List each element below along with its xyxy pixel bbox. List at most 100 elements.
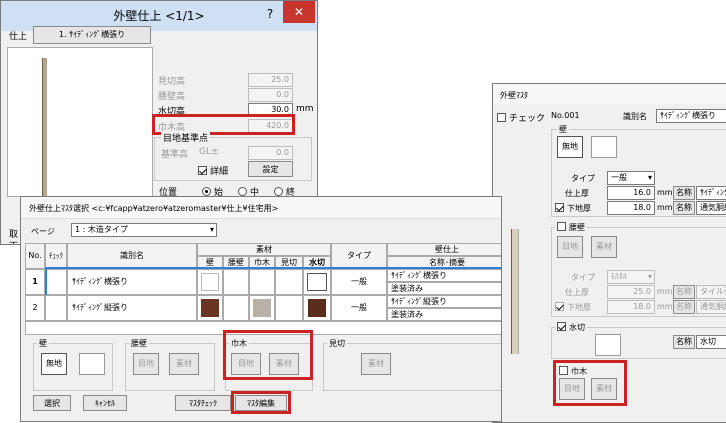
mizukiri-name-button[interactable]: 名称: [673, 335, 695, 349]
mizukiri-unit: mm: [296, 104, 314, 114]
wall-type-label: タイプ: [571, 174, 595, 183]
help-button[interactable]: ?: [257, 1, 283, 27]
col-type: タイプ: [331, 243, 387, 269]
page-label: ページ: [31, 227, 55, 236]
waist-height-field[interactable]: 0.0: [248, 88, 293, 102]
sel-mikiri-label: 見切: [327, 338, 347, 349]
sel-mikiri-group: [323, 343, 501, 391]
row2-finish1: ｻｲﾃﾞｨﾝｸﾞ縦張り: [387, 295, 501, 308]
page-select[interactable]: 1 : 木造タイプ ▾: [71, 223, 217, 237]
chevron-down-icon: ▾: [647, 272, 652, 281]
sel-wall-texture-swatch[interactable]: [79, 353, 105, 375]
row2-check[interactable]: [45, 295, 67, 321]
wall-base-name-button[interactable]: 名称: [673, 201, 695, 215]
wall-master-title-bar: 外壁ﾏｽﾀ: [493, 84, 726, 104]
sel-waist-material-button[interactable]: 素材: [169, 353, 199, 375]
identifier-label: 識別名: [623, 112, 647, 121]
setting-button[interactable]: 設定: [248, 161, 293, 177]
mizukiri-swatch[interactable]: [595, 334, 621, 356]
waist-thick-field[interactable]: 25.0: [607, 285, 655, 299]
finish-select-button[interactable]: 1. ｻｲﾃﾞｨﾝｸﾞ横張り: [33, 26, 151, 44]
identifier-field[interactable]: ｻｲﾃﾞｨﾝｸﾞ横張り: [656, 109, 726, 123]
wall-master-dialog: 外壁ﾏｽﾀ チェック No.001 識別名 ｻｲﾃﾞｨﾝｸﾞ横張り 壁 無地 タ…: [492, 83, 726, 423]
wall-base-unit: mm: [657, 203, 673, 212]
master-select-dialog: 外壁仕上ﾏｽﾀ選択 <c:¥fcapp¥atzero¥atzeromaster¥…: [20, 196, 502, 422]
waist-base-unit: mm: [657, 302, 673, 311]
joint-base-group-label: 目地基準点: [161, 131, 211, 144]
waist-label: 腰壁: [569, 223, 585, 232]
waist-base-field[interactable]: 18.0: [607, 300, 655, 314]
wall-name-field[interactable]: ｻｲﾃﾞｨﾝｸﾞ横張: [696, 186, 726, 200]
row1-selection[interactable]: [45, 267, 501, 297]
baseboard-group-highlight: [553, 360, 627, 406]
check-label: チェック: [509, 114, 546, 124]
waist-base-name-field[interactable]: 通気胴縁: [696, 300, 726, 314]
row2-mizukiri-swatch: [303, 295, 331, 321]
col-finish: 壁仕上: [387, 243, 501, 256]
wall-base-field[interactable]: 18.0: [607, 201, 655, 215]
wall-thick-label: 仕上厚: [565, 189, 589, 198]
sel-waist-joint-button[interactable]: 目地: [133, 353, 159, 375]
row2-no: 2: [25, 295, 45, 321]
finish-label: 仕上: [9, 32, 28, 42]
wall-type-value: 一般: [611, 173, 627, 182]
check-checkbox[interactable]: チェック: [497, 111, 545, 124]
waist-thick-unit: mm: [657, 287, 673, 296]
master-check-button[interactable]: ﾏｽﾀﾁｪｯｸ: [175, 395, 231, 411]
waist-base-checkbox[interactable]: 下地厚: [555, 302, 591, 313]
wall-type-select[interactable]: 一般 ▾: [607, 171, 655, 185]
waist-checkbox[interactable]: 腰壁: [555, 222, 587, 233]
gl-label: GL±: [199, 147, 219, 157]
waist-base-label: 下地厚: [567, 303, 591, 312]
waist-type-label: タイプ: [571, 273, 595, 282]
waist-name-field[interactable]: タイル張り: [696, 285, 726, 299]
cancel-button[interactable]: ｷｬﾝｾﾙ: [83, 395, 127, 411]
waist-type-value: ﾓﾙﾀﾙ: [611, 272, 627, 281]
row1-no: 1: [25, 269, 45, 295]
wall-thick-unit: mm: [657, 188, 673, 197]
select-button[interactable]: 選択: [33, 395, 71, 411]
wall-section-preview: [42, 58, 47, 198]
mizukiri-label: 水切: [569, 323, 585, 332]
mizukiri-name-field[interactable]: 水切: [696, 335, 726, 349]
col-no: No.: [25, 243, 45, 269]
waist-type-select[interactable]: ﾓﾙﾀﾙ ▾: [607, 270, 655, 284]
detail-checkbox[interactable]: 詳細: [198, 164, 228, 177]
wall-master-title: 外壁ﾏｽﾀ: [500, 91, 528, 100]
wall-texture-swatch[interactable]: [591, 136, 617, 158]
sel-mikiri-material-button[interactable]: 素材: [361, 353, 391, 375]
master-number: No.001: [551, 111, 580, 120]
checkbox-icon: [497, 113, 506, 122]
base-height-label: 基準高: [161, 150, 189, 160]
wall-name-button[interactable]: 名称: [673, 186, 695, 200]
mizukiri-checkbox[interactable]: 水切: [555, 322, 587, 333]
wall-base-label: 下地厚: [567, 204, 591, 213]
sel-wall-plain-button[interactable]: 無地: [41, 353, 67, 375]
preview-pane: [7, 47, 153, 198]
waist-height-label: 腰壁高: [158, 92, 186, 102]
master-select-title-bar: 外壁仕上ﾏｽﾀ選択 <c:¥fcapp¥atzero¥atzeromaster¥…: [21, 197, 501, 219]
close-button[interactable]: ✕: [283, 1, 315, 23]
wall-base-name-field[interactable]: 通気胴縁: [696, 201, 726, 215]
gl-field[interactable]: 0.0: [248, 146, 293, 160]
master-edit-highlight: [231, 391, 291, 414]
row2-waist: [223, 295, 249, 321]
checkbox-icon: [555, 302, 564, 311]
row2-name[interactable]: ｻｲﾃﾞｨﾝｸﾞ縦張り: [67, 295, 197, 321]
waist-base-name-button[interactable]: 名称: [673, 300, 695, 314]
page-value: 1 : 木造タイプ: [75, 225, 128, 234]
waist-joint-button[interactable]: 目地: [557, 236, 583, 258]
wall-plain-button[interactable]: 無地: [557, 136, 583, 158]
wall-thick-field[interactable]: 16.0: [607, 186, 655, 200]
radio-off-icon: [238, 187, 247, 196]
waist-thick-label: 仕上厚: [565, 288, 589, 297]
checkbox-icon: [555, 203, 564, 212]
waist-name-button[interactable]: 名称: [673, 285, 695, 299]
waist-material-button[interactable]: 素材: [591, 236, 617, 258]
left-label-cut2: 下: [9, 239, 18, 244]
wall-section-preview: [511, 229, 519, 354]
wall-base-checkbox[interactable]: 下地厚: [555, 203, 591, 214]
checkbox-icon: [557, 322, 566, 331]
mikiri-height-field[interactable]: 25.0: [248, 73, 293, 87]
mikiri-height-label: 見切高: [158, 77, 186, 87]
